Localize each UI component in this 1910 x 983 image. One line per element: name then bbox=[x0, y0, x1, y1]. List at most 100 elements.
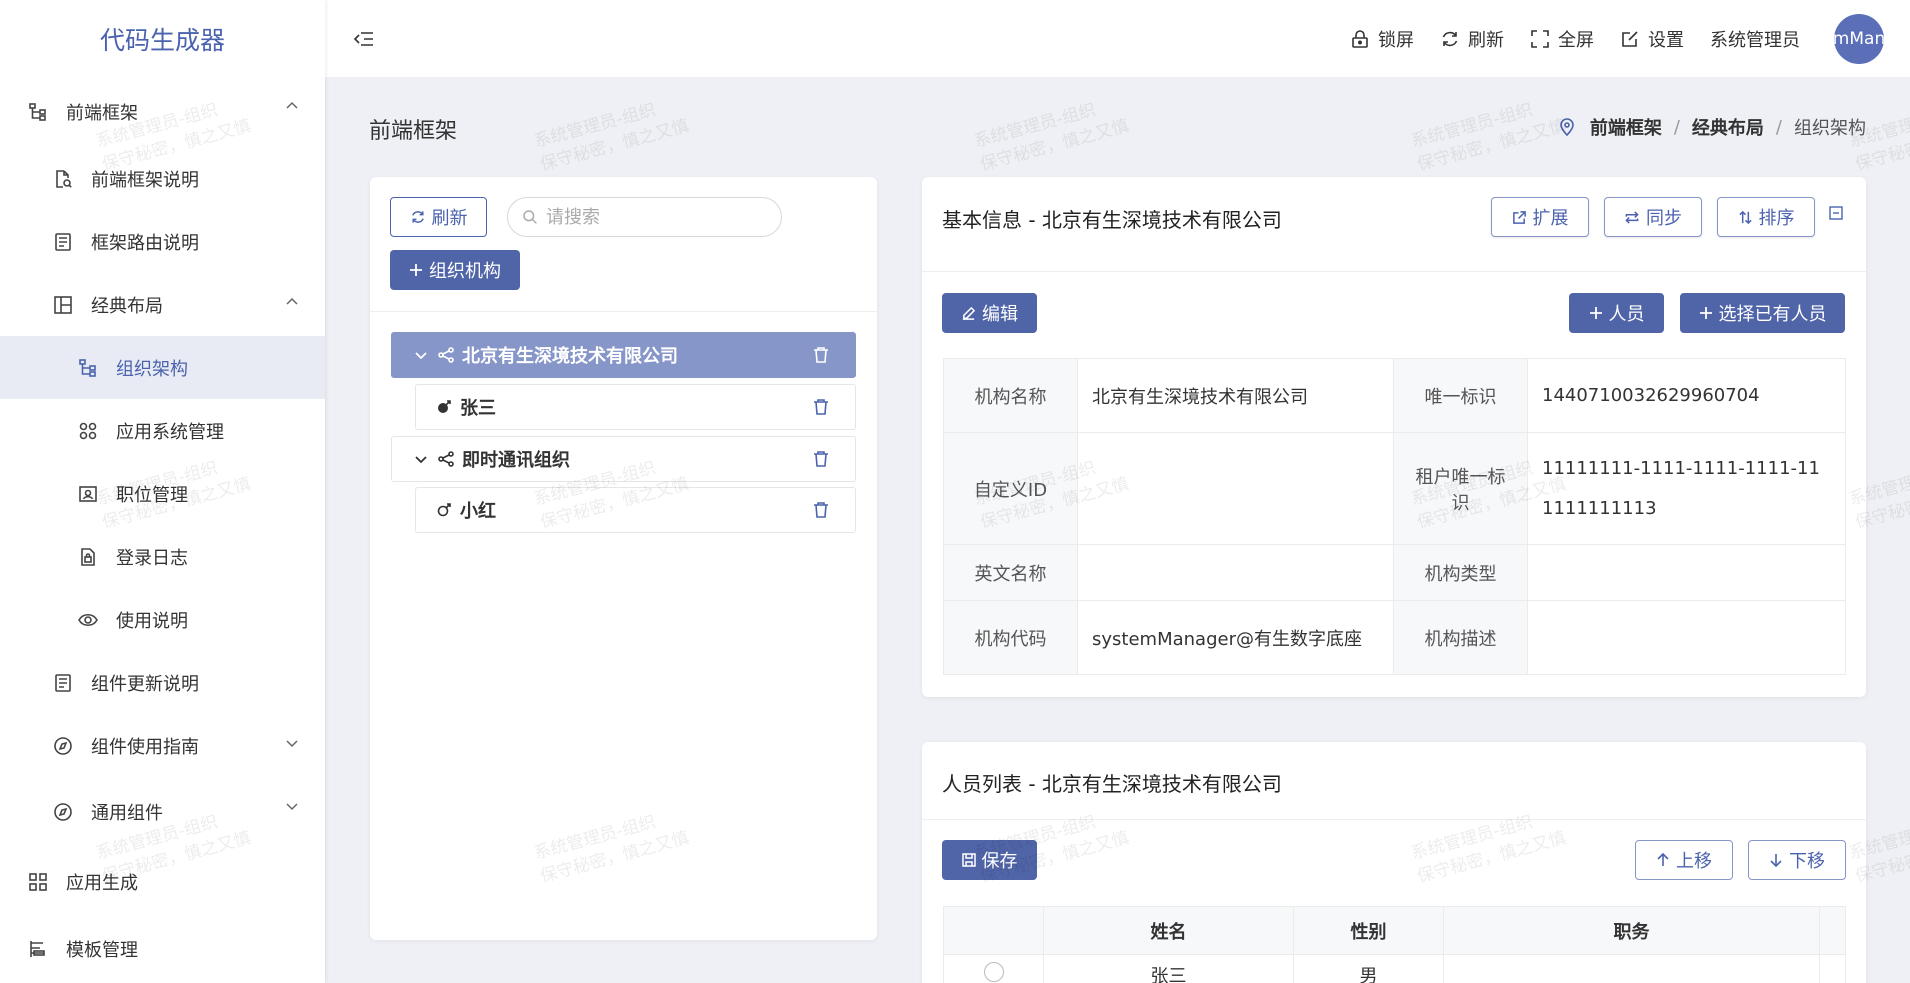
tree-node-org[interactable]: 北京有生深境技术有限公司 bbox=[391, 332, 856, 378]
person-name-cell: 张三 bbox=[1043, 954, 1294, 983]
field-label: 租户唯一标识 bbox=[1393, 432, 1528, 545]
table-row[interactable]: 张三 男 bbox=[943, 954, 1846, 983]
lock-icon bbox=[1350, 29, 1378, 49]
sort-button[interactable]: 排序 bbox=[1717, 197, 1815, 237]
field-value bbox=[1527, 544, 1846, 601]
edit-button[interactable]: 编辑 bbox=[942, 293, 1037, 333]
trash-icon[interactable] bbox=[813, 398, 829, 416]
header-actions: 锁屏 刷新 全屏 设置 系统管理员 mMan bbox=[1324, 0, 1884, 77]
list-doc-icon bbox=[51, 230, 75, 254]
breadcrumb-separator: / bbox=[1673, 116, 1680, 138]
plus-icon bbox=[409, 263, 429, 277]
people-table: 姓名 性别 职务 张三 男 bbox=[943, 906, 1846, 983]
tree-search-input-wrapper[interactable] bbox=[507, 197, 782, 237]
save-button[interactable]: 保存 bbox=[942, 840, 1037, 880]
sidebar-item-common-components[interactable]: 通用组件 bbox=[0, 777, 325, 847]
edit-label: 编辑 bbox=[982, 304, 1018, 325]
add-person-button[interactable]: 人员 bbox=[1569, 293, 1664, 333]
radio-button[interactable] bbox=[983, 962, 1004, 982]
chevron-up-icon bbox=[285, 295, 299, 309]
avatar-text: mMan bbox=[1834, 28, 1884, 49]
sidebar-item-position[interactable]: 职位管理 bbox=[0, 462, 325, 525]
field-value bbox=[1527, 600, 1846, 675]
sidebar-item-usage[interactable]: 使用说明 bbox=[0, 588, 325, 651]
sidebar-item-login-log[interactable]: 登录日志 bbox=[0, 525, 325, 588]
row-radio-cell[interactable] bbox=[943, 954, 1044, 983]
save-icon bbox=[961, 853, 982, 867]
edit-icon bbox=[961, 306, 982, 321]
tree-node-label: 张三 bbox=[460, 398, 496, 419]
field-value bbox=[1077, 544, 1394, 601]
chevron-down-icon[interactable] bbox=[414, 452, 428, 466]
breadcrumb-item[interactable]: 前端框架 bbox=[1590, 114, 1662, 140]
edit-settings-icon bbox=[1620, 29, 1648, 49]
sidebar-item-component-updates[interactable]: 组件更新说明 bbox=[0, 651, 325, 714]
org-info-table: 机构名称 北京有生深境技术有限公司 唯一标识 14407100326299607… bbox=[943, 358, 1846, 675]
breadcrumb-separator: / bbox=[1775, 116, 1782, 138]
add-org-button[interactable]: 组织机构 bbox=[390, 250, 520, 290]
sidebar-item-frontend-doc[interactable]: 前端框架说明 bbox=[0, 147, 325, 210]
move-up-button[interactable]: 上移 bbox=[1635, 840, 1733, 880]
settings-button[interactable]: 设置 bbox=[1620, 26, 1684, 52]
sidebar-item-component-guide[interactable]: 组件使用指南 bbox=[0, 714, 325, 777]
sidebar-item-app-generate[interactable]: 应用生成 bbox=[0, 847, 325, 917]
trash-icon[interactable] bbox=[813, 346, 829, 364]
sidebar-item-template[interactable]: 模板管理 bbox=[0, 917, 325, 980]
breadcrumb-item[interactable]: 经典布局 bbox=[1692, 114, 1764, 140]
tree-node-person[interactable]: 张三 bbox=[415, 384, 856, 430]
column-header[interactable]: 姓名 bbox=[1043, 906, 1294, 955]
column-header[interactable]: 职务 bbox=[1443, 906, 1820, 955]
trash-icon[interactable] bbox=[813, 501, 829, 519]
move-down-button[interactable]: 下移 bbox=[1748, 840, 1846, 880]
tree-node-org[interactable]: 即时通讯组织 bbox=[391, 436, 856, 482]
sidebar-item-classic-layout[interactable]: 经典布局 bbox=[0, 273, 325, 336]
tree-search-input[interactable] bbox=[546, 206, 756, 228]
tree-refresh-button[interactable]: 刷新 bbox=[390, 197, 487, 237]
plus-icon bbox=[1699, 306, 1719, 320]
watermark-line: 系统管理员-组织 bbox=[531, 100, 658, 152]
sidebar-item-app-system[interactable]: 应用系统管理 bbox=[0, 399, 325, 462]
basic-info-title: 基本信息 - 北京有生深境技术有限公司 bbox=[942, 208, 1282, 232]
user-name[interactable]: 系统管理员 bbox=[1710, 26, 1800, 52]
plus-icon bbox=[1589, 306, 1609, 320]
refresh-button[interactable]: 刷新 bbox=[1440, 26, 1504, 52]
layout-icon bbox=[51, 293, 75, 317]
user-name-label: 系统管理员 bbox=[1710, 29, 1800, 51]
sidebar-item-router-doc[interactable]: 框架路由说明 bbox=[0, 210, 325, 273]
field-label: 机构描述 bbox=[1393, 600, 1528, 675]
watermark: 系统管理员-组织保守秘密，慎之又慎 bbox=[971, 91, 1131, 177]
field-label: 英文名称 bbox=[943, 544, 1078, 601]
collapse-icon[interactable] bbox=[1829, 206, 1843, 220]
fullscreen-icon bbox=[1530, 29, 1558, 49]
grid-icon bbox=[26, 870, 50, 894]
sidebar-item-org-structure[interactable]: 组织架构 bbox=[0, 336, 325, 399]
sidebar-item-frontend-framework[interactable]: 前端框架 bbox=[0, 77, 325, 147]
trash-icon[interactable] bbox=[813, 450, 829, 468]
tree-node-person[interactable]: 小红 bbox=[415, 487, 856, 533]
avatar[interactable]: mMan bbox=[1834, 13, 1884, 64]
org-tree-card bbox=[370, 177, 877, 940]
list-doc-icon bbox=[51, 671, 75, 695]
lock-doc-icon bbox=[76, 545, 100, 569]
lock-screen-button[interactable]: 锁屏 bbox=[1350, 26, 1414, 52]
sidebar-item-label: 应用生成 bbox=[66, 873, 138, 894]
move-down-label: 下移 bbox=[1789, 851, 1825, 872]
tree-refresh-label: 刷新 bbox=[431, 208, 468, 229]
people-divider bbox=[922, 819, 1866, 820]
arrow-up-icon bbox=[1656, 853, 1676, 867]
expand-button[interactable]: 扩展 bbox=[1491, 197, 1589, 237]
select-existing-person-button[interactable]: 选择已有人员 bbox=[1680, 293, 1845, 333]
sync-button[interactable]: 同步 bbox=[1604, 197, 1702, 237]
refresh-icon bbox=[1440, 29, 1468, 49]
location-icon bbox=[1558, 117, 1576, 137]
watermark-line: 系统管理员-组织 bbox=[971, 100, 1098, 152]
top-header: 锁屏 刷新 全屏 设置 系统管理员 mMan bbox=[325, 0, 1910, 77]
watermark-line: 保守秘密，慎之又慎 bbox=[1415, 116, 1569, 176]
chevron-down-icon[interactable] bbox=[414, 348, 428, 362]
column-header[interactable]: 性别 bbox=[1293, 906, 1444, 955]
fullscreen-label: 全屏 bbox=[1558, 29, 1594, 51]
org-tree-icon bbox=[26, 100, 50, 124]
fullscreen-button[interactable]: 全屏 bbox=[1530, 26, 1594, 52]
collapse-menu-icon[interactable] bbox=[353, 28, 375, 50]
field-label: 机构名称 bbox=[943, 358, 1078, 433]
